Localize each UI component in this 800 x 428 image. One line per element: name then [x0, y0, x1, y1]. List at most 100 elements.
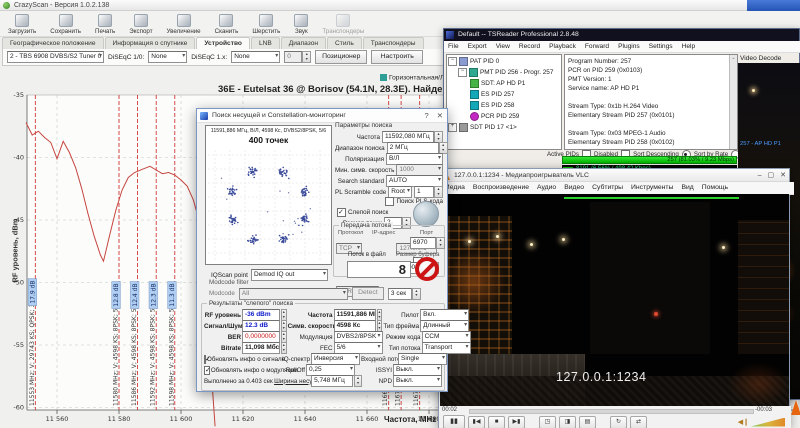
menu-tools[interactable]: Инструменты	[631, 182, 673, 194]
configure-button[interactable]: Настроить	[371, 50, 423, 64]
interval-spinner-icon[interactable]	[412, 288, 421, 300]
stop-button[interactable]: ■	[488, 416, 505, 428]
tree-item-pat[interactable]: PAT PID 0	[448, 56, 560, 67]
vlc-titlebar[interactable]: 127.0.0.1:1234 - Медиапроигрыватель VLC	[439, 169, 789, 182]
port-field[interactable]: 6970	[410, 237, 436, 249]
stop-button[interactable]	[415, 257, 439, 281]
menu-help[interactable]: Help	[682, 41, 696, 52]
menu-view[interactable]: Вид	[681, 182, 693, 194]
diseqc1x-label: DiSEqC 1.x:	[191, 54, 227, 61]
menu-view[interactable]: View	[496, 41, 510, 52]
menu-record[interactable]: Record	[519, 41, 540, 52]
menu-plugins[interactable]: Plugins	[618, 41, 640, 52]
fullscreen-button[interactable]: ◳	[539, 416, 556, 428]
menu-help[interactable]: Помощь	[702, 182, 728, 194]
menu-settings[interactable]: Settings	[649, 41, 673, 52]
tsreader-titlebar[interactable]: Default -- TSReader Professional 2.8.48	[444, 29, 799, 41]
tsreader-title: Default -- TSReader Professional 2.8.48	[458, 31, 579, 38]
collapse-icon[interactable]	[458, 68, 467, 77]
transponder-marker-label: 11580 MHz; V; 4598 KS; 8PSK; 5/612.8 dB	[112, 282, 121, 407]
svg-text:11.3 dB: 11.3 dB	[169, 283, 176, 306]
menu-forward[interactable]: Forward	[585, 41, 609, 52]
menu-file[interactable]: File	[448, 41, 459, 52]
sound-button[interactable]: Звук	[288, 12, 314, 37]
minimize-button[interactable]: –	[758, 170, 762, 181]
spinner-icon[interactable]	[281, 342, 287, 354]
loop-button[interactable]: ↻	[610, 416, 627, 428]
menu-playback[interactable]: Playback	[549, 41, 576, 52]
carrier-width-field[interactable]: 5,748 МГц	[311, 375, 353, 387]
volume-slider[interactable]	[751, 418, 785, 427]
export-button[interactable]: Экспорт	[123, 12, 158, 37]
tab-device[interactable]: Устройство	[196, 37, 250, 49]
menu-subtitles[interactable]: Субтитры	[592, 182, 623, 194]
maximize-button[interactable]: ▢	[768, 170, 775, 181]
blind-search-row: Слепой поиск	[337, 208, 407, 217]
npd-select[interactable]: Выкл.	[393, 375, 442, 387]
previous-button[interactable]: ▮◀	[468, 416, 485, 428]
positioner-button[interactable]: Позиционер	[315, 50, 367, 64]
tab-lnb[interactable]: LNB	[251, 37, 280, 49]
seek-bar[interactable]	[469, 409, 754, 414]
next-button[interactable]: ▶▮	[508, 416, 525, 428]
zoom-button[interactable]: Увеличение	[161, 12, 207, 37]
info-scrollbar[interactable]: ⌄	[729, 55, 737, 149]
pls-search-checkbox[interactable]	[385, 197, 394, 206]
iqscan-select[interactable]: Demod IQ out	[251, 269, 328, 281]
tuner-select[interactable]: 2 - TBS 6908 DVBS/S2 Tuner 0	[7, 51, 104, 63]
tab-transponders[interactable]: Транспондеры	[363, 37, 424, 49]
search-button[interactable]: Шерстить	[246, 12, 286, 37]
scan-button[interactable]: Сканить	[209, 12, 245, 37]
tree-item-sdt-service[interactable]: SDT: AP HD P1	[448, 78, 560, 89]
tree-item-es-audio[interactable]: ES PID 258	[448, 100, 560, 111]
position-spinner-icon[interactable]	[302, 51, 311, 63]
load-button[interactable]: Загрузить	[2, 12, 42, 37]
tab-geo[interactable]: Географическое положение	[2, 37, 104, 49]
print-button[interactable]: Печать	[89, 12, 121, 37]
update-modulation-info-checkbox[interactable]	[204, 366, 210, 375]
expand-icon[interactable]	[448, 123, 457, 132]
collapse-icon[interactable]	[448, 57, 457, 66]
tree-item-pcr[interactable]: PCR PID 259	[448, 111, 560, 122]
random-button[interactable]: ⇄	[630, 416, 647, 428]
close-button[interactable]: ✕	[780, 170, 786, 181]
menu-video[interactable]: Видео	[564, 182, 584, 194]
update-signal-info-checkbox[interactable]	[204, 355, 206, 364]
port-spinner-icon[interactable]	[436, 237, 445, 249]
bitrate-field[interactable]: 11,098 Мбс	[242, 342, 280, 354]
blind-search-checkbox[interactable]	[337, 208, 346, 217]
svg-text:11 560: 11 560	[46, 415, 69, 423]
tree-item-es-video[interactable]: ES PID 257	[448, 89, 560, 100]
info-line: PCR on PID 259 (0x0103)	[568, 66, 734, 75]
tab-range[interactable]: Диапазон	[281, 37, 326, 49]
detect-button[interactable]: Detect	[352, 287, 384, 300]
tab-satellite-info[interactable]: Информация о спутнике	[105, 37, 196, 49]
extended-settings-button[interactable]: ◨	[559, 416, 576, 428]
modcode-select[interactable]: All	[239, 288, 348, 300]
tab-style[interactable]: Стиль	[327, 37, 362, 49]
tree-item-sdt[interactable]: SDT PID 17 <1>	[448, 122, 560, 133]
menu-playback[interactable]: Воспроизведение	[473, 182, 529, 194]
globe-button[interactable]	[413, 201, 439, 227]
dialog-titlebar[interactable]: Поиск несущей и Constellation-мониторинг	[197, 109, 447, 123]
save-button[interactable]: Сохранить	[44, 12, 87, 37]
vlc-video-area[interactable]: 127.0.0.1:1234	[440, 194, 789, 406]
carrier-width-link[interactable]: Ширина несущей	[274, 378, 310, 385]
menu-audio[interactable]: Аудио	[537, 182, 556, 194]
diseqc1x-select[interactable]: None	[231, 51, 280, 63]
close-icon[interactable]: ✕	[437, 109, 443, 123]
help-button[interactable]: ?	[425, 109, 429, 123]
tree-item-pmt[interactable]: PMT PID 256 - Progr. 257	[448, 67, 560, 78]
crazyscan-titlebar[interactable]: CrazyScan - Версия 1.0.2.138	[0, 0, 800, 11]
transponder-marker-label: 11598 MHz; V; 4598 KS; 8PSK; 5/611.3 dB	[168, 282, 177, 407]
menu-export[interactable]: Export	[468, 41, 487, 52]
spinner-icon[interactable]	[354, 375, 362, 387]
volume-control[interactable]: ◀❙	[738, 418, 785, 427]
detect-interval-field[interactable]: 3 сек	[388, 288, 412, 300]
pause-button[interactable]: ▮▮	[443, 415, 465, 428]
svg-text:11 600: 11 600	[170, 415, 193, 423]
playlist-button[interactable]: ▤	[579, 416, 596, 428]
device-panel: 2 - TBS 6908 DVBS/S2 Tuner 0 DiSEqC 1/0:…	[2, 49, 464, 66]
diseqc10-select[interactable]: None	[148, 51, 187, 63]
position-stepper[interactable]: 0	[284, 51, 302, 63]
